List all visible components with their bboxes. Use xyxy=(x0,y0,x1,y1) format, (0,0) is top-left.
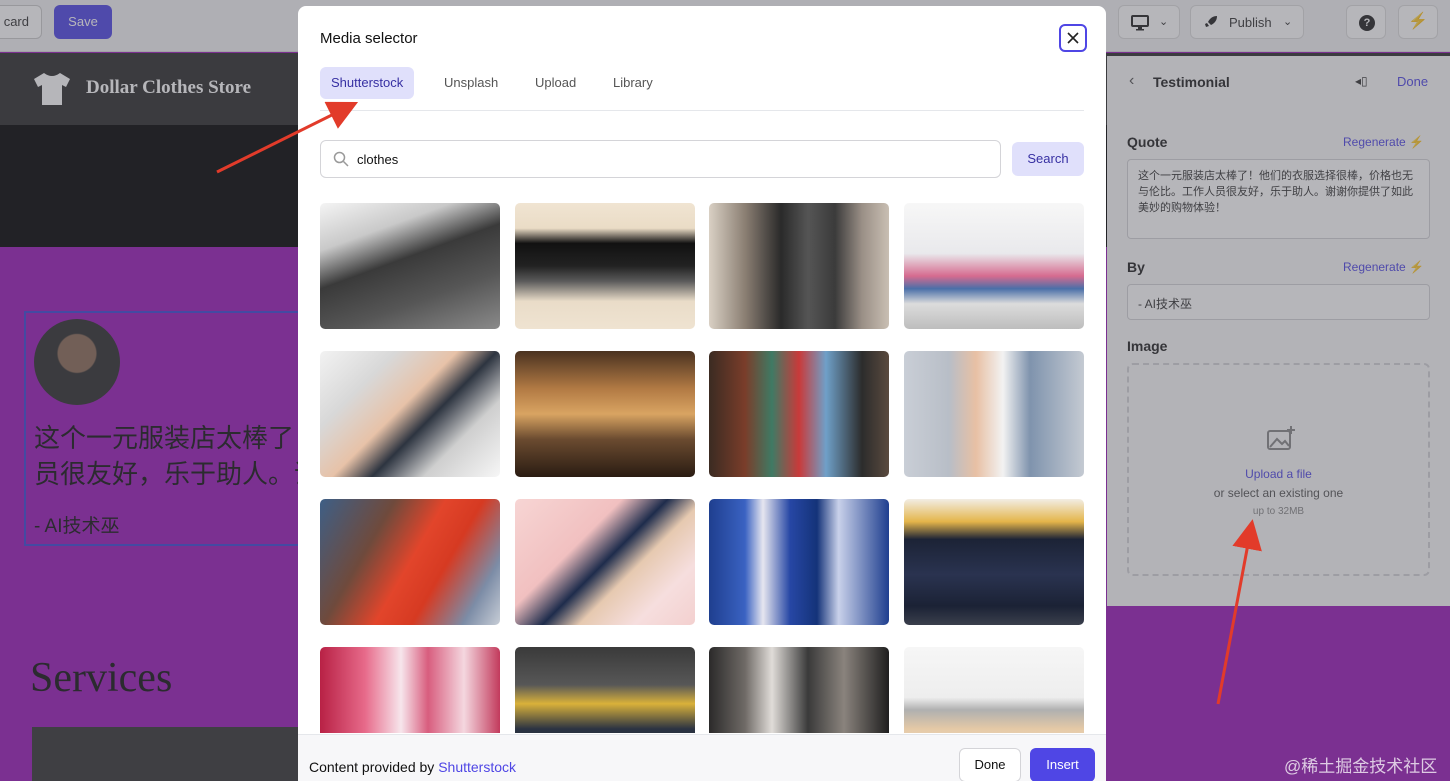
search-field[interactable] xyxy=(320,140,1001,178)
tab-upload[interactable]: Upload xyxy=(524,67,587,99)
tab-shutterstock[interactable]: Shutterstock xyxy=(320,67,415,99)
image-result-couple-in-jeans[interactable] xyxy=(903,351,1084,477)
search-input[interactable] xyxy=(357,149,977,169)
close-button[interactable] xyxy=(1059,24,1087,52)
done-button[interactable]: Done xyxy=(959,748,1021,781)
tab-library[interactable]: Library xyxy=(602,67,664,99)
image-result-folded-dark-shirts-on-rack[interactable] xyxy=(320,203,500,329)
image-result-black-cap-on-folded-clothes[interactable] xyxy=(514,203,695,329)
modal-footer: Content provided by Shutterstock Done In… xyxy=(298,734,1106,781)
shutterstock-link[interactable]: Shutterstock xyxy=(438,759,516,775)
image-result-clothing-rack-sweaters[interactable] xyxy=(709,203,889,329)
image-result-colored-shirts-on-hangers[interactable] xyxy=(709,351,889,477)
image-result-dresses-in-closet[interactable] xyxy=(709,647,889,733)
watermark: @稀土掘金技术社区 xyxy=(1284,757,1438,776)
content-credit: Content provided by Shutterstock xyxy=(309,759,517,775)
image-result-blue-floral-dresses[interactable] xyxy=(709,499,889,625)
image-results-grid xyxy=(320,203,1084,733)
image-result-woman-holding-red-shirt[interactable] xyxy=(320,499,500,625)
image-result-pink-dresses-on-rack[interactable] xyxy=(320,647,500,733)
image-result-navy-jackets-on-rack[interactable] xyxy=(903,499,1084,625)
image-result-pink-flatlay-handbag[interactable] xyxy=(514,499,695,625)
search-icon xyxy=(333,151,349,167)
search-button[interactable]: Search xyxy=(1012,142,1084,176)
tab-unsplash[interactable]: Unsplash xyxy=(433,67,509,99)
image-result-boutique-wooden-shelves[interactable] xyxy=(514,351,695,477)
modal-title: Media selector xyxy=(320,30,418,47)
close-icon xyxy=(1067,32,1079,44)
image-result-hangers-yellow-jacket[interactable] xyxy=(514,647,695,733)
source-tabs: Shutterstock Unsplash Upload Library xyxy=(320,67,1084,111)
insert-button[interactable]: Insert xyxy=(1030,748,1095,781)
image-result-empty-rack-white-hangers[interactable] xyxy=(903,647,1084,733)
image-result-clothing-store-interior[interactable] xyxy=(903,203,1084,329)
image-result-sewing-machine-hands[interactable] xyxy=(320,351,500,477)
media-selector-modal: Media selector Shutterstock Unsplash Upl… xyxy=(298,6,1106,781)
